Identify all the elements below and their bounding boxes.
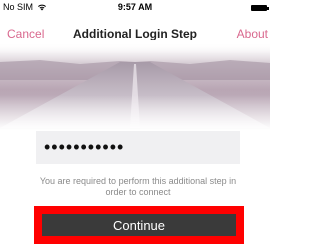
- continue-highlight: Continue: [34, 206, 244, 244]
- status-bar: No SIM 9:57 AM: [0, 0, 270, 16]
- about-button[interactable]: About: [237, 27, 268, 41]
- instruction-text: You are required to perform this additio…: [39, 176, 237, 197]
- page-title: Additional Login Step: [73, 27, 197, 41]
- road-sky-image: [0, 40, 270, 130]
- battery-icon: [251, 5, 269, 11]
- hero-image: [0, 40, 270, 130]
- status-time: 9:57 AM: [117, 2, 153, 12]
- continue-button[interactable]: Continue: [42, 214, 236, 236]
- password-field[interactable]: [36, 131, 240, 164]
